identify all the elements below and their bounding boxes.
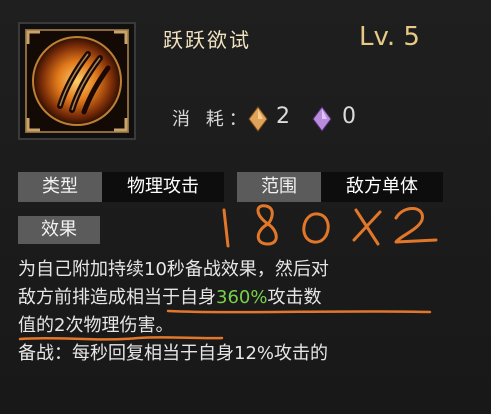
description-line: 为自己附加持续10秒备战效果，然后对 xyxy=(18,259,329,280)
violet-cost-value: 0 xyxy=(342,104,356,129)
hand-underline-strokes xyxy=(18,309,432,341)
skill-name: 跃跃欲试 xyxy=(163,28,251,52)
type-value: 物理攻击 xyxy=(102,172,224,202)
skill-icon-frame[interactable] xyxy=(18,22,136,140)
range-value: 敌方单体 xyxy=(321,172,443,202)
type-label: 类型 xyxy=(18,172,102,202)
handwritten-note xyxy=(222,204,438,248)
skill-level: Lv. 5 xyxy=(359,22,420,52)
range-label: 范围 xyxy=(237,172,321,202)
description-text: 敌方前排造成相当于自身 xyxy=(18,287,216,308)
amber-gem-icon xyxy=(248,106,268,132)
claw-slash-icon xyxy=(25,29,129,133)
cost-label: 消 耗： xyxy=(172,109,252,130)
effect-label: 效果 xyxy=(18,216,100,244)
damage-percent: 360% xyxy=(216,287,268,308)
description-line: 备战：每秒回复相当于自身12%攻击的 xyxy=(18,343,329,364)
violet-gem-icon xyxy=(312,106,332,132)
description-text: 攻击数 xyxy=(267,287,322,308)
skill-tooltip-panel: 跃跃欲试 Lv. 5 消 耗： 2 0 类型 物理攻击 范围 敌方单体 效果 为… xyxy=(0,0,491,414)
amber-cost-value: 2 xyxy=(276,104,290,129)
